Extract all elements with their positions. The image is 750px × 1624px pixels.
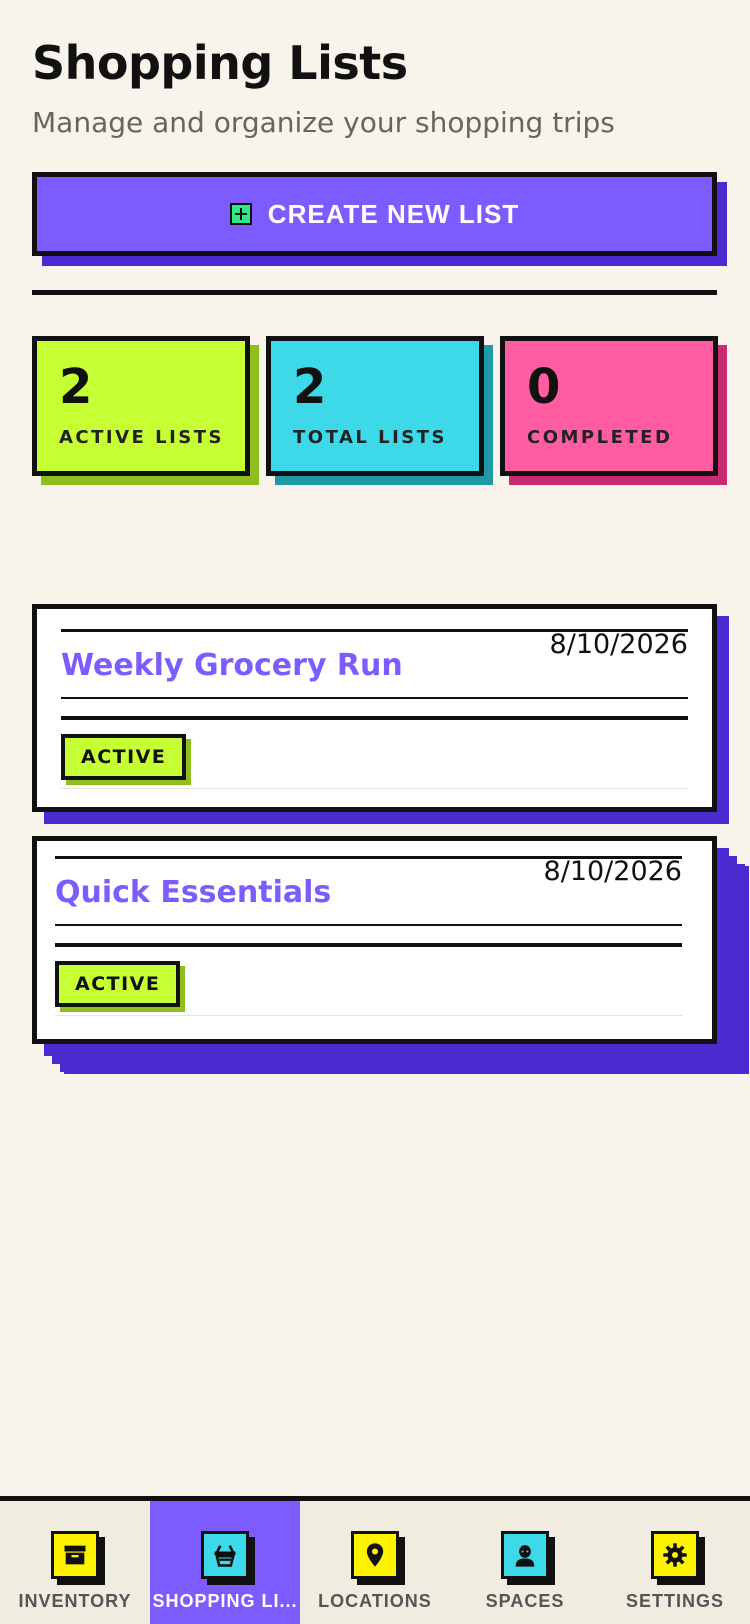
card-rule [55, 943, 682, 947]
person-icon [501, 1531, 549, 1579]
tab-inventory[interactable]: INVENTORY [0, 1501, 150, 1624]
create-new-list-label: CREATE NEW LIST [267, 198, 520, 229]
section-divider [32, 290, 717, 295]
list-date: 8/10/2026 [549, 629, 688, 660]
stat-label: ACTIVE LISTS [59, 427, 224, 448]
tab-label: LOCATIONS [318, 1591, 432, 1611]
tab-label: INVENTORY [18, 1591, 132, 1611]
stat-completed: 0 COMPLETED [500, 336, 718, 476]
card-rule [55, 1015, 682, 1016]
shopping-lists-screen: Shopping Lists Manage and organize your … [0, 0, 750, 1624]
card-content: 8/10/2026 Weekly Grocery Run ACTIVE [61, 629, 688, 789]
shopping-list-card[interactable]: 8/10/2026 Weekly Grocery Run ACTIVE [32, 604, 717, 812]
card-rule [61, 697, 688, 699]
status-badge: ACTIVE [61, 734, 187, 780]
status-badge: ACTIVE [55, 961, 181, 1007]
tab-spaces[interactable]: SPACES [450, 1501, 600, 1624]
list-date: 8/10/2026 [543, 856, 682, 887]
stat-total-lists: 2 TOTAL LISTS [266, 336, 484, 476]
stat-value: 2 [59, 359, 93, 415]
shopping-list-card[interactable]: 8/10/2026 Quick Essentials ACTIVE [32, 836, 717, 1044]
tab-locations[interactable]: LOCATIONS [300, 1501, 450, 1624]
stat-value: 0 [527, 359, 561, 415]
bottom-tab-bar: INVENTORY SHOPPING LI... LOCATIONS SPACE… [0, 1496, 750, 1624]
card-content: 8/10/2026 Quick Essentials ACTIVE [55, 856, 682, 1016]
stat-label: TOTAL LISTS [293, 427, 448, 448]
stat-value: 2 [293, 359, 327, 415]
card-rule [61, 716, 688, 720]
map-pin-icon [351, 1531, 399, 1579]
plus-square-icon [229, 203, 252, 225]
stat-active-lists: 2 ACTIVE LISTS [32, 336, 250, 476]
tab-shopping-lists[interactable]: SHOPPING LI... [150, 1501, 300, 1624]
tab-label: SPACES [485, 1591, 565, 1611]
card-rule [55, 924, 682, 926]
stat-label: COMPLETED [527, 427, 673, 448]
tab-settings[interactable]: SETTINGS [600, 1501, 750, 1624]
page-subtitle: Manage and organize your shopping trips [32, 106, 615, 139]
create-new-list-button[interactable]: CREATE NEW LIST [32, 172, 717, 256]
basket-icon [201, 1531, 249, 1579]
tab-label: SHOPPING LI... [152, 1591, 298, 1611]
tab-label: SETTINGS [625, 1591, 724, 1611]
card-rule [61, 788, 688, 789]
archive-box-icon [51, 1531, 99, 1579]
gear-icon [651, 1531, 699, 1579]
page-title: Shopping Lists [32, 36, 408, 90]
